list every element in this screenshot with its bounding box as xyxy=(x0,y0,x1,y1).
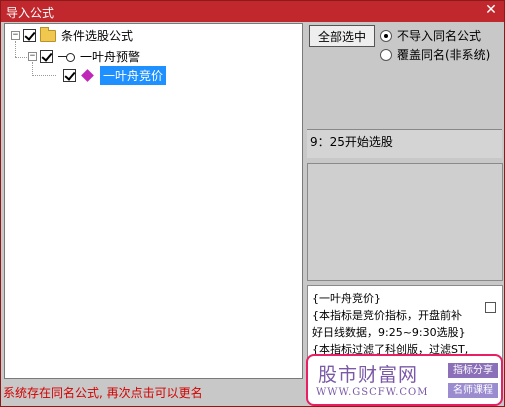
key-icon xyxy=(57,52,75,62)
watermark-url: WWW.GSCFW.COM xyxy=(316,387,429,398)
tree-connector xyxy=(32,75,56,76)
tree-item-label: 一叶舟竞价 xyxy=(100,66,167,85)
root-checkbox[interactable] xyxy=(23,29,36,42)
tree-item-group[interactable]: − 一叶舟预警 xyxy=(28,48,140,65)
info-text: 9：25开始选股 xyxy=(310,135,393,149)
tree-item-label: 条件选股公式 xyxy=(61,29,134,43)
tree-item-leaf[interactable]: 一叶舟竞价 xyxy=(60,66,167,85)
status-message: 系统存在同名公式, 再次点击可以更名 xyxy=(3,386,203,400)
formula-info: 9：25开始选股 xyxy=(307,129,502,158)
tree-connector xyxy=(15,57,27,58)
tree-item-root[interactable]: − 条件选股公式 xyxy=(11,26,134,44)
leaf-checkbox[interactable] xyxy=(63,69,76,82)
description-checkbox[interactable] xyxy=(485,302,496,313)
collapse-icon[interactable]: − xyxy=(28,52,37,61)
close-icon[interactable]: ✕ xyxy=(484,3,498,17)
watermark-name: 股市财富网 xyxy=(318,364,419,386)
radio-indicator[interactable] xyxy=(380,48,392,61)
description-line: {本指标是竞价指标，开盘前补 xyxy=(312,309,462,322)
collapse-icon[interactable]: − xyxy=(11,31,20,40)
description-line: 好日线数据，9:25~9:30选股} xyxy=(312,326,466,339)
radio-indicator[interactable] xyxy=(380,29,392,42)
description-text: {一叶舟竞价} {本指标是竞价指标，开盘前补 好日线数据，9:25~9:30选股… xyxy=(312,290,482,358)
select-all-button[interactable]: 全部选中 xyxy=(309,25,375,47)
watermark-tag: 名师课程 xyxy=(448,383,498,398)
import-formula-dialog: 导入公式 ✕ − 条件选股公式 − 一叶舟预警 一叶舟竞价 全部选中 不导入同名 xyxy=(0,0,505,407)
tree-item-label: 一叶舟预警 xyxy=(80,50,141,64)
description-line: {一叶舟竞价} xyxy=(312,292,381,305)
radio-label: 覆盖同名(非系统) xyxy=(397,48,491,62)
radio-overwrite[interactable]: 覆盖同名(非系统) xyxy=(380,46,490,63)
group-checkbox[interactable] xyxy=(40,50,53,63)
formula-gem-icon xyxy=(81,69,94,82)
watermark-logo: 股市财富网 WWW.GSCFW.COM 指标分享 名师课程 xyxy=(306,354,503,406)
dialog-title: 导入公式 xyxy=(6,6,55,20)
formula-tree[interactable]: − 条件选股公式 − 一叶舟预警 一叶舟竞价 xyxy=(4,23,303,379)
radio-label: 不导入同名公式 xyxy=(397,29,482,43)
parameter-panel xyxy=(307,163,503,281)
title-bar: 导入公式 ✕ xyxy=(1,1,504,22)
watermark-tag: 指标分享 xyxy=(448,363,498,378)
radio-no-import[interactable]: 不导入同名公式 xyxy=(380,27,481,44)
folder-icon xyxy=(40,26,56,42)
